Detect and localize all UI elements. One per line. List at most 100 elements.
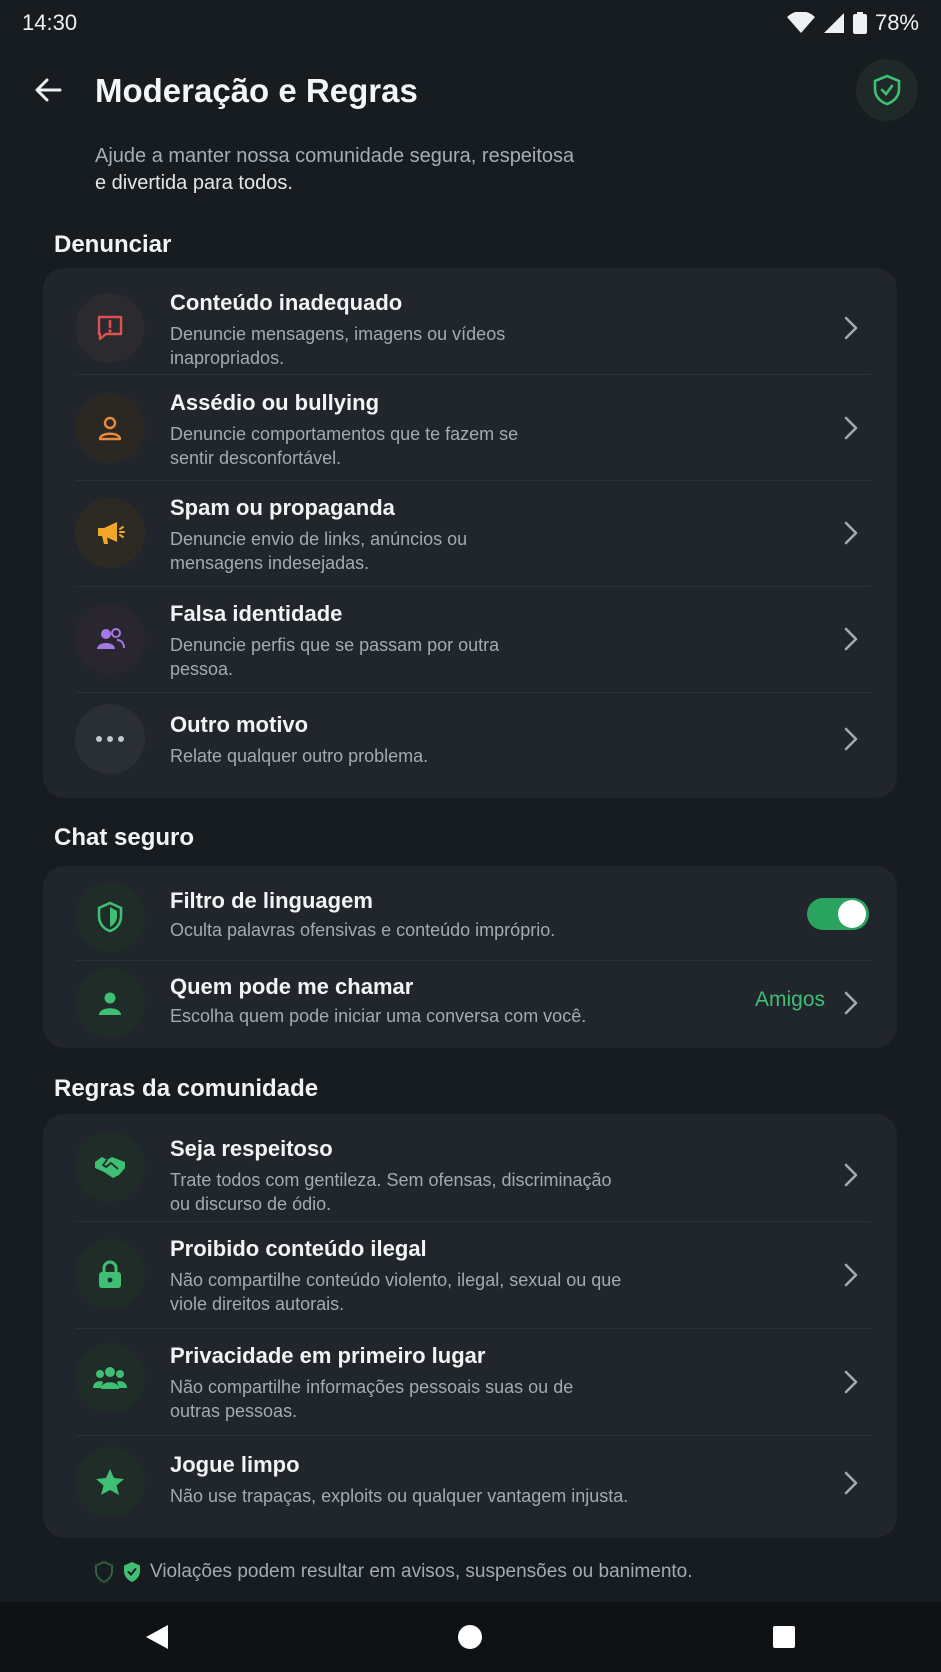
- who-can-call-desc: Escolha quem pode iniciar uma conversa c…: [170, 1006, 587, 1026]
- language-filter-row[interactable]: Filtro de linguagem Oculta palavras ofen…: [43, 866, 897, 960]
- shield-outline-icon: [95, 1561, 113, 1583]
- rule-item-privacy[interactable]: Privacidade em primeiro lugar Não compar…: [43, 1328, 897, 1435]
- report-icon-wrap: [75, 498, 145, 568]
- report-item-title: Falsa identidade: [170, 601, 343, 626]
- language-filter-desc: Oculta palavras ofensivas e conteúdo imp…: [170, 920, 556, 940]
- rule-icon-wrap: [75, 1132, 145, 1202]
- rule-item-desc: Não use trapaças, exploits ou qualquer v…: [170, 1484, 730, 1508]
- rule-icon-wrap: [75, 1343, 145, 1413]
- report-item-desc: Denuncie comportamentos que te fazem se …: [170, 422, 690, 470]
- report-item-spam[interactable]: Spam ou propaganda Denuncie envio de lin…: [43, 480, 897, 586]
- moderation-shield-button[interactable]: [856, 59, 918, 121]
- report-item-fake-identity[interactable]: Falsa identidade Denuncie perfis que se …: [43, 586, 897, 692]
- report-item-desc-line2: pessoa.: [170, 659, 234, 679]
- report-item-desc-line1: Denuncie envio de links, anúncios ou: [170, 529, 468, 549]
- nav-recents-button[interactable]: [754, 1607, 814, 1667]
- signal-icon: [823, 13, 844, 33]
- nav-back-button[interactable]: [127, 1607, 187, 1667]
- report-item-desc-line2: mensagens indesejadas.: [170, 553, 370, 573]
- chevron-right-icon: [841, 624, 861, 654]
- square-recents-icon: [773, 1626, 796, 1648]
- battery-icon: [852, 12, 867, 34]
- who-can-call-value: Amigos: [754, 988, 825, 1011]
- section-title-rules: Regras da comunidade: [54, 1075, 319, 1102]
- intro-line-2: e divertida para todos.: [95, 172, 293, 194]
- star-icon: [96, 1469, 124, 1495]
- megaphone-icon: [98, 522, 125, 544]
- language-filter-toggle[interactable]: [807, 898, 869, 930]
- rule-item-desc-line1: Trate todos com gentileza. Sem ofensas, …: [170, 1170, 612, 1190]
- rule-item-desc-line1: Não use trapaças, exploits ou qualquer v…: [170, 1486, 629, 1506]
- rule-item-illegal-content[interactable]: Proibido conteúdo ilegal Não compartilhe…: [43, 1221, 897, 1328]
- report-item-other[interactable]: Outro motivo Relate qualquer outro probl…: [43, 692, 897, 798]
- circle-home-icon: [458, 1625, 483, 1649]
- report-item-desc-line1: Denuncie perfis que se passam por outra: [170, 635, 500, 655]
- chevron-right-icon: [841, 1260, 861, 1290]
- intro-text: Ajude a manter nossa comunidade segura, …: [95, 143, 655, 197]
- battery-percent: 78%: [874, 10, 919, 35]
- rule-item-fair-play[interactable]: Jogue limpo Não use trapaças, exploits o…: [43, 1435, 897, 1538]
- report-item-harassment[interactable]: Assédio ou bullying Denuncie comportamen…: [43, 374, 897, 480]
- report-card: Conteúdo inadequado Denuncie mensagens, …: [43, 268, 897, 798]
- toggle-knob: [838, 900, 866, 928]
- report-item-desc: Denuncie envio de links, anúncios ou men…: [170, 527, 690, 575]
- rule-item-desc: Trate todos com gentileza. Sem ofensas, …: [170, 1168, 690, 1216]
- more-dots-icon: [96, 736, 124, 742]
- back-button[interactable]: [28, 70, 68, 110]
- section-title-report: Denunciar: [54, 231, 172, 258]
- chevron-right-icon: [841, 1468, 861, 1498]
- chevron-right-icon: [841, 1367, 861, 1397]
- section-title-safe-chat: Chat seguro: [54, 824, 195, 851]
- rule-icon-wrap: [75, 1447, 145, 1517]
- rule-item-desc: Não compartilhe informações pessoais sua…: [170, 1375, 690, 1423]
- report-item-title: Outro motivo: [170, 712, 309, 737]
- report-item-inappropriate-content[interactable]: Conteúdo inadequado Denuncie mensagens, …: [43, 268, 897, 374]
- arrow-back-icon: [35, 78, 62, 102]
- report-item-desc: Denuncie perfis que se passam por outra …: [170, 633, 690, 681]
- rule-item-title: Proibido conteúdo ilegal: [170, 1236, 427, 1261]
- rule-icon-wrap: [75, 1239, 145, 1309]
- rule-item-desc-line2: viole direitos autorais.: [170, 1294, 345, 1314]
- shield-check-icon: [124, 1562, 140, 1582]
- report-icon-wrap: [75, 293, 145, 363]
- chevron-right-icon: [841, 1160, 861, 1190]
- footer-note-text: Violações podem resultar em avisos, susp…: [150, 1561, 693, 1582]
- report-item-desc-line1: Relate qualquer outro problema.: [170, 746, 429, 766]
- report-item-desc-line1: Denuncie comportamentos que te fazem se: [170, 424, 519, 444]
- footer-note: Violações podem resultar em avisos, susp…: [94, 1557, 693, 1587]
- chevron-right-icon: [841, 413, 861, 443]
- report-item-title: Conteúdo inadequado: [170, 290, 403, 315]
- report-item-desc-line2: inapropriados.: [170, 348, 285, 368]
- rule-item-desc-line1: Não compartilhe informações pessoais sua…: [170, 1377, 574, 1397]
- who-can-call-title: Quem pode me chamar: [170, 974, 414, 999]
- person-icon: [98, 416, 122, 441]
- report-item-title: Spam ou propaganda: [170, 495, 395, 520]
- report-icon-wrap: [75, 393, 145, 463]
- nav-home-button[interactable]: [440, 1607, 500, 1667]
- intro-line-1: Ajude a manter nossa comunidade segura, …: [95, 145, 575, 167]
- rule-item-title: Jogue limpo: [170, 1452, 300, 1477]
- rule-item-respect[interactable]: Seja respeitoso Trate todos com gentilez…: [43, 1114, 897, 1221]
- chevron-right-icon: [841, 518, 861, 548]
- filter-icon-wrap: [75, 882, 145, 952]
- app-bar: Moderação e Regras: [0, 56, 941, 126]
- report-item-desc-line2: sentir desconfortável.: [170, 448, 342, 468]
- shield-check-icon: [873, 74, 901, 106]
- report-icon-wrap: [75, 704, 145, 774]
- who-can-call-row[interactable]: Quem pode me chamar Escolha quem pode in…: [43, 960, 897, 1048]
- report-item-title: Assédio ou bullying: [170, 390, 380, 415]
- language-filter-title: Filtro de linguagem: [170, 888, 373, 913]
- rule-item-title: Seja respeitoso: [170, 1136, 333, 1161]
- status-time: 14:30: [22, 10, 78, 35]
- rule-item-desc-line2: outras pessoas.: [170, 1401, 298, 1421]
- triangle-back-icon: [145, 1625, 168, 1649]
- report-item-desc: Relate qualquer outro problema.: [170, 744, 690, 768]
- rules-card: Seja respeitoso Trate todos com gentilez…: [43, 1114, 897, 1538]
- who-can-call-icon-wrap: [75, 968, 145, 1038]
- chevron-right-icon: [841, 724, 861, 754]
- rule-item-desc: Não compartilhe conteúdo violento, ilega…: [170, 1268, 690, 1316]
- rule-item-desc-line1: Não compartilhe conteúdo violento, ilega…: [170, 1270, 622, 1290]
- group-icon: [93, 1367, 127, 1389]
- alert-message-icon: [97, 315, 123, 341]
- system-nav-bar: [0, 1602, 941, 1672]
